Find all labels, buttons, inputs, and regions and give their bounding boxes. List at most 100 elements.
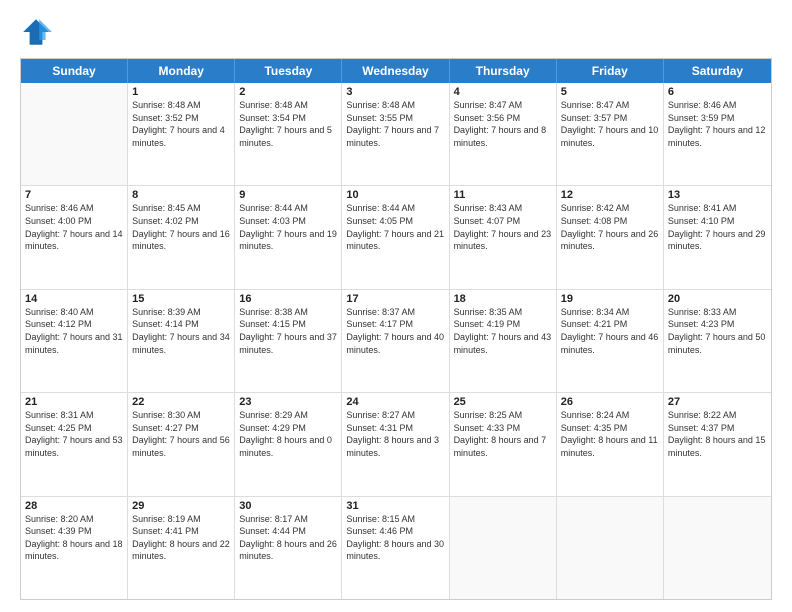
calendar-cell: 4 Sunrise: 8:47 AMSunset: 3:56 PMDayligh…: [450, 83, 557, 185]
cell-info: Sunrise: 8:47 AMSunset: 3:56 PMDaylight:…: [454, 99, 552, 149]
calendar-cell: 22 Sunrise: 8:30 AMSunset: 4:27 PMDaylig…: [128, 393, 235, 495]
cell-info: Sunrise: 8:48 AMSunset: 3:52 PMDaylight:…: [132, 99, 230, 149]
day-number: 23: [239, 396, 337, 408]
calendar-cell: 8 Sunrise: 8:45 AMSunset: 4:02 PMDayligh…: [128, 186, 235, 288]
calendar-cell: 19 Sunrise: 8:34 AMSunset: 4:21 PMDaylig…: [557, 290, 664, 392]
day-number: 28: [25, 500, 123, 512]
day-number: 4: [454, 86, 552, 98]
calendar-cell: 17 Sunrise: 8:37 AMSunset: 4:17 PMDaylig…: [342, 290, 449, 392]
calendar-cell: 16 Sunrise: 8:38 AMSunset: 4:15 PMDaylig…: [235, 290, 342, 392]
day-number: 11: [454, 189, 552, 201]
cell-info: Sunrise: 8:29 AMSunset: 4:29 PMDaylight:…: [239, 409, 337, 459]
calendar-cell: 23 Sunrise: 8:29 AMSunset: 4:29 PMDaylig…: [235, 393, 342, 495]
day-number: 10: [346, 189, 444, 201]
cell-info: Sunrise: 8:20 AMSunset: 4:39 PMDaylight:…: [25, 513, 123, 563]
cell-info: Sunrise: 8:44 AMSunset: 4:03 PMDaylight:…: [239, 202, 337, 252]
calendar-cell: 27 Sunrise: 8:22 AMSunset: 4:37 PMDaylig…: [664, 393, 771, 495]
cell-info: Sunrise: 8:44 AMSunset: 4:05 PMDaylight:…: [346, 202, 444, 252]
cell-info: Sunrise: 8:19 AMSunset: 4:41 PMDaylight:…: [132, 513, 230, 563]
day-number: 21: [25, 396, 123, 408]
page: SundayMondayTuesdayWednesdayThursdayFrid…: [0, 0, 792, 612]
day-number: 5: [561, 86, 659, 98]
cell-info: Sunrise: 8:48 AMSunset: 3:55 PMDaylight:…: [346, 99, 444, 149]
day-number: 17: [346, 293, 444, 305]
cell-info: Sunrise: 8:46 AMSunset: 4:00 PMDaylight:…: [25, 202, 123, 252]
calendar-body: 1 Sunrise: 8:48 AMSunset: 3:52 PMDayligh…: [21, 83, 771, 599]
cell-info: Sunrise: 8:27 AMSunset: 4:31 PMDaylight:…: [346, 409, 444, 459]
cell-info: Sunrise: 8:17 AMSunset: 4:44 PMDaylight:…: [239, 513, 337, 563]
calendar-header-cell: Saturday: [664, 59, 771, 83]
day-number: 22: [132, 396, 230, 408]
calendar-cell: 2 Sunrise: 8:48 AMSunset: 3:54 PMDayligh…: [235, 83, 342, 185]
day-number: 7: [25, 189, 123, 201]
cell-info: Sunrise: 8:30 AMSunset: 4:27 PMDaylight:…: [132, 409, 230, 459]
calendar-cell: [21, 83, 128, 185]
cell-info: Sunrise: 8:46 AMSunset: 3:59 PMDaylight:…: [668, 99, 767, 149]
calendar-header: SundayMondayTuesdayWednesdayThursdayFrid…: [21, 59, 771, 83]
calendar-cell: 29 Sunrise: 8:19 AMSunset: 4:41 PMDaylig…: [128, 497, 235, 599]
day-number: 9: [239, 189, 337, 201]
day-number: 26: [561, 396, 659, 408]
calendar-header-cell: Wednesday: [342, 59, 449, 83]
calendar-week-row: 7 Sunrise: 8:46 AMSunset: 4:00 PMDayligh…: [21, 186, 771, 289]
cell-info: Sunrise: 8:42 AMSunset: 4:08 PMDaylight:…: [561, 202, 659, 252]
cell-info: Sunrise: 8:24 AMSunset: 4:35 PMDaylight:…: [561, 409, 659, 459]
day-number: 6: [668, 86, 767, 98]
calendar-cell: [557, 497, 664, 599]
logo-icon: [20, 16, 52, 48]
day-number: 8: [132, 189, 230, 201]
calendar-cell: 11 Sunrise: 8:43 AMSunset: 4:07 PMDaylig…: [450, 186, 557, 288]
calendar-cell: 30 Sunrise: 8:17 AMSunset: 4:44 PMDaylig…: [235, 497, 342, 599]
cell-info: Sunrise: 8:25 AMSunset: 4:33 PMDaylight:…: [454, 409, 552, 459]
calendar-cell: 31 Sunrise: 8:15 AMSunset: 4:46 PMDaylig…: [342, 497, 449, 599]
day-number: 16: [239, 293, 337, 305]
calendar-cell: 25 Sunrise: 8:25 AMSunset: 4:33 PMDaylig…: [450, 393, 557, 495]
cell-info: Sunrise: 8:31 AMSunset: 4:25 PMDaylight:…: [25, 409, 123, 459]
calendar-header-cell: Friday: [557, 59, 664, 83]
day-number: 29: [132, 500, 230, 512]
cell-info: Sunrise: 8:39 AMSunset: 4:14 PMDaylight:…: [132, 306, 230, 356]
calendar-cell: [664, 497, 771, 599]
cell-info: Sunrise: 8:22 AMSunset: 4:37 PMDaylight:…: [668, 409, 767, 459]
day-number: 14: [25, 293, 123, 305]
calendar-cell: 13 Sunrise: 8:41 AMSunset: 4:10 PMDaylig…: [664, 186, 771, 288]
cell-info: Sunrise: 8:37 AMSunset: 4:17 PMDaylight:…: [346, 306, 444, 356]
calendar-cell: 28 Sunrise: 8:20 AMSunset: 4:39 PMDaylig…: [21, 497, 128, 599]
day-number: 27: [668, 396, 767, 408]
cell-info: Sunrise: 8:48 AMSunset: 3:54 PMDaylight:…: [239, 99, 337, 149]
calendar: SundayMondayTuesdayWednesdayThursdayFrid…: [20, 58, 772, 600]
cell-info: Sunrise: 8:38 AMSunset: 4:15 PMDaylight:…: [239, 306, 337, 356]
calendar-cell: [450, 497, 557, 599]
logo: [20, 16, 56, 48]
header: [20, 16, 772, 48]
calendar-header-cell: Tuesday: [235, 59, 342, 83]
calendar-cell: 3 Sunrise: 8:48 AMSunset: 3:55 PMDayligh…: [342, 83, 449, 185]
cell-info: Sunrise: 8:43 AMSunset: 4:07 PMDaylight:…: [454, 202, 552, 252]
day-number: 20: [668, 293, 767, 305]
day-number: 18: [454, 293, 552, 305]
day-number: 19: [561, 293, 659, 305]
day-number: 13: [668, 189, 767, 201]
calendar-cell: 20 Sunrise: 8:33 AMSunset: 4:23 PMDaylig…: [664, 290, 771, 392]
day-number: 25: [454, 396, 552, 408]
calendar-cell: 5 Sunrise: 8:47 AMSunset: 3:57 PMDayligh…: [557, 83, 664, 185]
calendar-header-cell: Sunday: [21, 59, 128, 83]
calendar-header-cell: Thursday: [450, 59, 557, 83]
cell-info: Sunrise: 8:34 AMSunset: 4:21 PMDaylight:…: [561, 306, 659, 356]
calendar-cell: 18 Sunrise: 8:35 AMSunset: 4:19 PMDaylig…: [450, 290, 557, 392]
calendar-cell: 1 Sunrise: 8:48 AMSunset: 3:52 PMDayligh…: [128, 83, 235, 185]
calendar-week-row: 14 Sunrise: 8:40 AMSunset: 4:12 PMDaylig…: [21, 290, 771, 393]
cell-info: Sunrise: 8:45 AMSunset: 4:02 PMDaylight:…: [132, 202, 230, 252]
calendar-week-row: 28 Sunrise: 8:20 AMSunset: 4:39 PMDaylig…: [21, 497, 771, 599]
cell-info: Sunrise: 8:47 AMSunset: 3:57 PMDaylight:…: [561, 99, 659, 149]
calendar-cell: 9 Sunrise: 8:44 AMSunset: 4:03 PMDayligh…: [235, 186, 342, 288]
day-number: 31: [346, 500, 444, 512]
calendar-cell: 7 Sunrise: 8:46 AMSunset: 4:00 PMDayligh…: [21, 186, 128, 288]
day-number: 3: [346, 86, 444, 98]
day-number: 15: [132, 293, 230, 305]
cell-info: Sunrise: 8:15 AMSunset: 4:46 PMDaylight:…: [346, 513, 444, 563]
cell-info: Sunrise: 8:35 AMSunset: 4:19 PMDaylight:…: [454, 306, 552, 356]
cell-info: Sunrise: 8:40 AMSunset: 4:12 PMDaylight:…: [25, 306, 123, 356]
calendar-cell: 14 Sunrise: 8:40 AMSunset: 4:12 PMDaylig…: [21, 290, 128, 392]
cell-info: Sunrise: 8:33 AMSunset: 4:23 PMDaylight:…: [668, 306, 767, 356]
